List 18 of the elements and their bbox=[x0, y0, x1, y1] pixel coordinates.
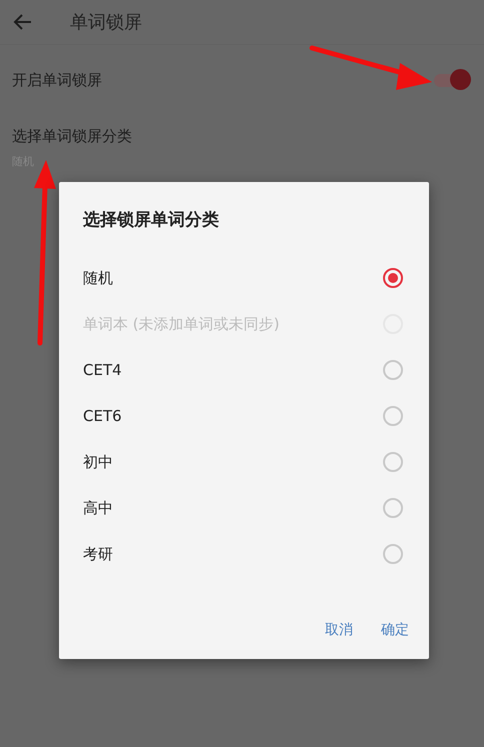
radio-button[interactable] bbox=[383, 268, 403, 288]
screen-title: 单词锁屏 bbox=[70, 11, 142, 34]
dialog-title: 选择锁屏单词分类 bbox=[82, 209, 220, 232]
radio-button[interactable] bbox=[383, 498, 403, 518]
radio-button[interactable] bbox=[383, 360, 403, 380]
setting-title: 开启单词锁屏 bbox=[12, 70, 102, 90]
option-label[interactable]: CET4 bbox=[83, 361, 122, 379]
radio-button[interactable] bbox=[383, 544, 403, 564]
radio-button[interactable] bbox=[383, 406, 403, 426]
option-label[interactable]: 高中 bbox=[83, 498, 113, 518]
dialog-button[interactable]: 确定 bbox=[377, 615, 413, 645]
option-label[interactable]: 考研 bbox=[83, 544, 113, 564]
option-label[interactable]: 初中 bbox=[83, 452, 113, 472]
dialog-button[interactable]: 取消 bbox=[321, 615, 357, 645]
radio-button[interactable] bbox=[383, 452, 403, 472]
option-label[interactable]: CET6 bbox=[83, 407, 122, 425]
toggle-switch[interactable] bbox=[434, 69, 470, 91]
option-label[interactable]: 随机 bbox=[83, 268, 113, 288]
